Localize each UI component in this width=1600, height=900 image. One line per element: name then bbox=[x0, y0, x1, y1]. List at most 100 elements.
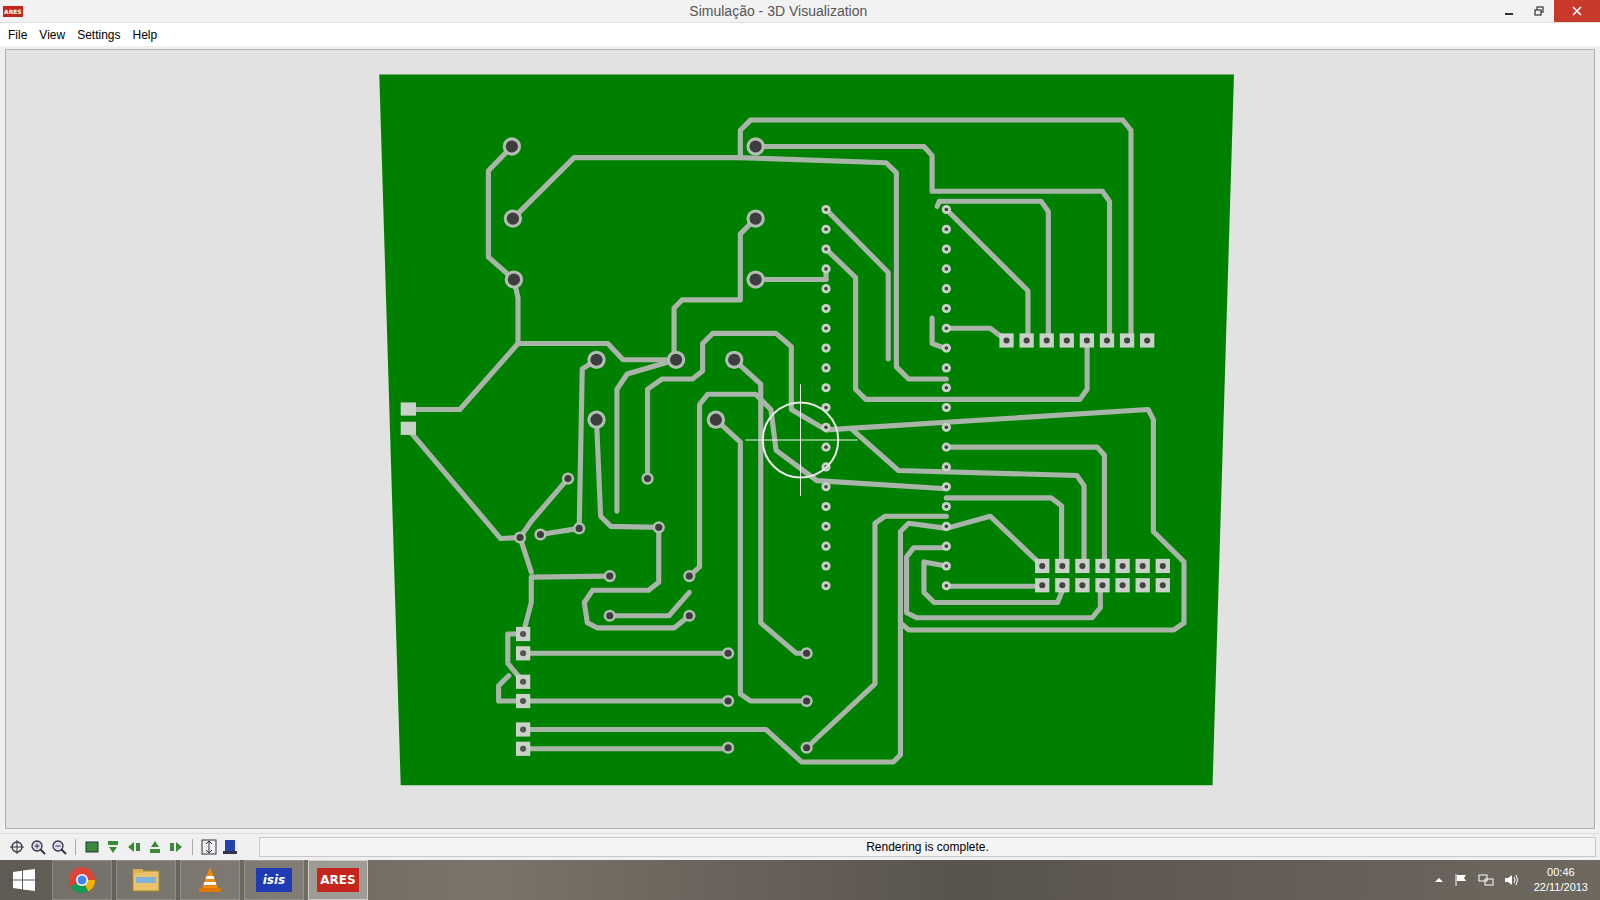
pcb-trace bbox=[514, 280, 676, 360]
pad bbox=[801, 695, 813, 707]
taskbar-app[interactable]: ARES bbox=[308, 860, 368, 900]
pad-hole bbox=[945, 406, 949, 410]
pad-hole bbox=[824, 425, 828, 429]
clock[interactable]: 00:4622/11/2013 bbox=[1534, 865, 1588, 895]
pad-hole bbox=[945, 485, 949, 489]
pad-hole bbox=[824, 247, 828, 251]
pad-hole bbox=[725, 697, 732, 704]
pad-hole bbox=[824, 445, 828, 449]
minimize-button[interactable] bbox=[1494, 0, 1524, 22]
menu-item[interactable]: View bbox=[33, 26, 71, 44]
component-icon bbox=[222, 839, 238, 855]
pcb-trace bbox=[648, 333, 826, 478]
pad bbox=[942, 403, 951, 412]
square-pad bbox=[1075, 578, 1089, 592]
square-pad bbox=[1115, 559, 1129, 573]
pad-hole bbox=[506, 140, 518, 152]
3d-viewport[interactable] bbox=[5, 49, 1595, 829]
restore-icon bbox=[1534, 6, 1544, 16]
view-back-button[interactable] bbox=[146, 838, 164, 856]
menu-item[interactable]: File bbox=[2, 26, 33, 44]
square-pad bbox=[516, 627, 530, 641]
pad bbox=[746, 137, 764, 155]
connector-pads bbox=[401, 333, 1170, 756]
restore-button[interactable] bbox=[1524, 0, 1554, 22]
pad bbox=[942, 304, 951, 313]
volume-icon[interactable] bbox=[1504, 873, 1520, 887]
start-button[interactable] bbox=[0, 860, 48, 900]
flag-icon[interactable] bbox=[1454, 873, 1468, 887]
zoom-in-icon bbox=[30, 839, 46, 855]
arrow-up-icon bbox=[147, 839, 163, 855]
pad bbox=[746, 209, 764, 227]
component-button[interactable] bbox=[221, 838, 239, 856]
pcb-scene[interactable] bbox=[6, 50, 1594, 828]
taskbar-app[interactable] bbox=[180, 860, 240, 900]
pad-hole bbox=[945, 346, 949, 350]
close-button[interactable] bbox=[1554, 0, 1600, 22]
pad-hole bbox=[824, 544, 828, 548]
pad bbox=[505, 270, 523, 288]
pad-hole bbox=[590, 354, 602, 366]
menu-item[interactable]: Settings bbox=[71, 26, 126, 44]
square-pad bbox=[1100, 333, 1114, 347]
tray-expand-icon[interactable] bbox=[1434, 875, 1444, 885]
height-button[interactable] bbox=[200, 838, 218, 856]
zoom-out-button[interactable] bbox=[50, 838, 68, 856]
center-button[interactable] bbox=[8, 838, 26, 856]
pad-hole bbox=[520, 679, 526, 685]
pad bbox=[942, 561, 951, 570]
pad-hole bbox=[824, 346, 828, 350]
zoom-in-button[interactable] bbox=[29, 838, 47, 856]
close-icon bbox=[1572, 6, 1582, 16]
view-front-button[interactable] bbox=[104, 838, 122, 856]
pad-hole bbox=[606, 573, 613, 580]
pad-hole bbox=[1079, 582, 1085, 588]
pad-hole bbox=[508, 273, 520, 285]
taskbar-app[interactable]: isis bbox=[244, 860, 304, 900]
pad bbox=[821, 581, 830, 590]
pcb-trace bbox=[946, 209, 1028, 340]
pad-hole bbox=[1144, 337, 1150, 343]
pad bbox=[942, 264, 951, 273]
pad-hole bbox=[520, 698, 526, 704]
taskbar-app[interactable] bbox=[52, 860, 112, 900]
pad-hole bbox=[824, 227, 828, 231]
view-left-button[interactable] bbox=[125, 838, 143, 856]
pad-hole bbox=[1003, 337, 1009, 343]
pcb-trace bbox=[946, 328, 1006, 340]
view-top-button[interactable] bbox=[83, 838, 101, 856]
pad bbox=[942, 363, 951, 372]
taskbar-app[interactable] bbox=[116, 860, 176, 900]
square-pad bbox=[1156, 578, 1170, 592]
taskbar: isisARES 00:4622/11/2013 bbox=[0, 860, 1600, 900]
folder-icon bbox=[131, 867, 161, 893]
pad bbox=[725, 351, 743, 369]
arrow-down-icon bbox=[105, 839, 121, 855]
pad bbox=[801, 647, 813, 659]
pad-hole bbox=[1140, 582, 1146, 588]
view-right-button[interactable] bbox=[167, 838, 185, 856]
pad-hole bbox=[537, 531, 544, 538]
pad bbox=[821, 304, 830, 313]
pad-hole bbox=[1160, 563, 1166, 569]
pcb-trace bbox=[946, 447, 1104, 566]
square-pad bbox=[401, 422, 416, 435]
pad bbox=[942, 482, 951, 491]
network-icon[interactable] bbox=[1478, 873, 1494, 887]
square-pad bbox=[516, 742, 530, 756]
pad bbox=[573, 522, 585, 534]
pad bbox=[942, 522, 951, 531]
pad-hole bbox=[824, 386, 828, 390]
pcb-trace bbox=[807, 516, 947, 748]
square-pad bbox=[1075, 559, 1089, 573]
pad bbox=[821, 502, 830, 511]
pad-hole bbox=[824, 287, 828, 291]
pad-hole bbox=[945, 544, 949, 548]
pad-hole bbox=[945, 267, 949, 271]
square-pad bbox=[1095, 578, 1109, 592]
pad bbox=[821, 561, 830, 570]
menu-item[interactable]: Help bbox=[127, 26, 164, 44]
pad-hole bbox=[590, 414, 602, 426]
square-pad bbox=[516, 675, 530, 689]
